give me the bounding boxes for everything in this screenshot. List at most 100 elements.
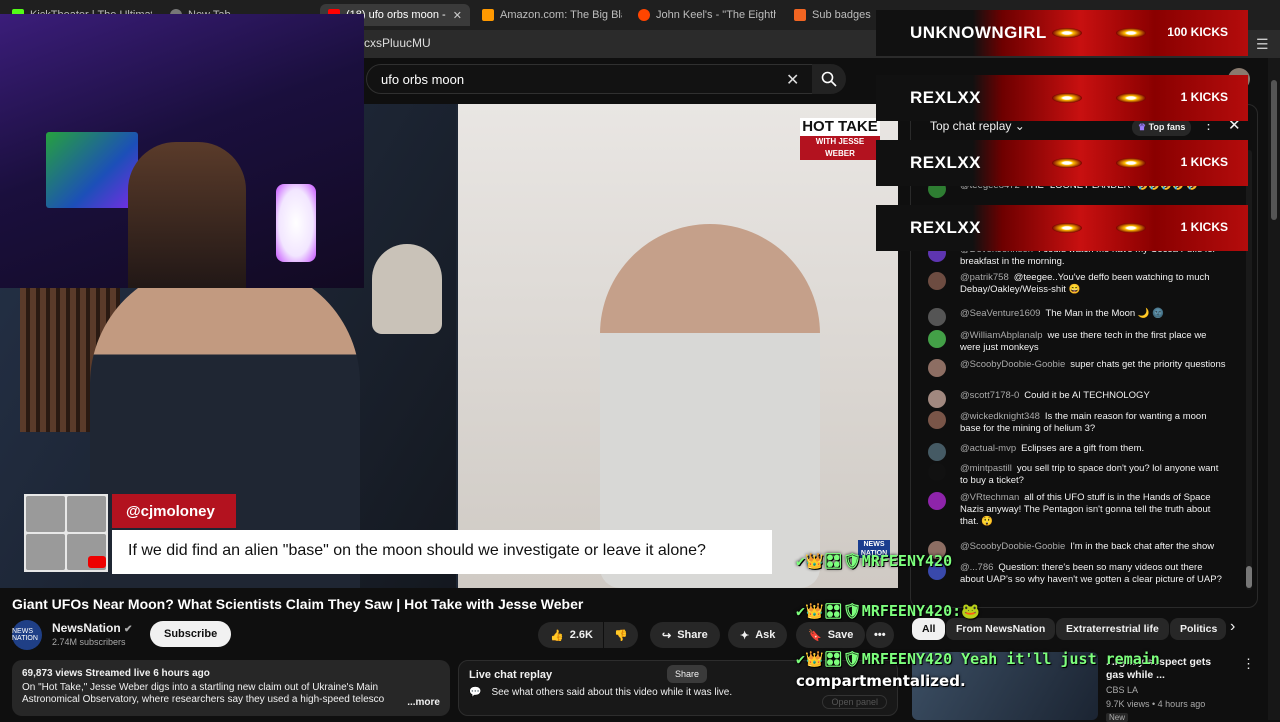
chat-avatar[interactable] [928, 308, 946, 326]
tab-reddit[interactable]: John Keel's - "The Eighth Tow [638, 4, 776, 26]
channel-name[interactable]: NewsNation ✔ [52, 621, 132, 635]
share-button[interactable]: ↪ Share [650, 622, 720, 648]
share-icon: ↪ [662, 629, 672, 642]
chat-author[interactable]: @scott7178-0 [960, 390, 1019, 401]
chat-avatar[interactable] [928, 330, 946, 348]
kick-amount: 1 KICKS [1180, 155, 1228, 169]
chat-scroll-thumb[interactable] [1246, 566, 1252, 588]
chat-text: Could it be AI TECHNOLOGY [1024, 390, 1150, 401]
chat-author[interactable]: @patrik758 [960, 272, 1009, 283]
crown-icon: ♛ [1138, 122, 1147, 132]
chat-author[interactable]: @WilliamAbplanalp [960, 330, 1043, 341]
live-replay-share-button[interactable]: Share [666, 665, 707, 683]
chat-avatar[interactable] [928, 443, 946, 461]
like-count: 2.6K [569, 629, 593, 641]
chat-mode-dropdown[interactable]: Top chat replay ⌄ [930, 119, 1025, 133]
top-fans-badge[interactable]: ♛ Top fans [1132, 119, 1192, 136]
chat-text: I'm in the back chat after the show [1070, 541, 1215, 552]
recommendation-channel[interactable]: CBS LA [1106, 685, 1138, 695]
subscribe-button[interactable]: Subscribe [150, 621, 232, 647]
close-tab-icon[interactable]: ✕ [453, 9, 462, 22]
e-favicon-icon [794, 9, 806, 21]
dislike-button[interactable]: 👎 [604, 622, 638, 648]
chat-message: @scott7178-0 Could it be AI TECHNOLOGY [928, 390, 1228, 408]
tab-label: John Keel's - "The Eighth Tow [656, 9, 776, 21]
kick-alert: UNKNOWNGIRL 100 KICKS [876, 10, 1248, 56]
thumbs-up-icon: 👍 [550, 629, 564, 642]
search-input[interactable]: ufo orbs moon [366, 64, 814, 94]
thumb [26, 534, 65, 570]
reddit-favicon-icon [638, 9, 650, 21]
page-scroll-thumb[interactable] [1271, 80, 1277, 220]
webcam-tv-screen [46, 132, 138, 208]
overlay-chat-line: ✔👑🎛🛡MRFEENY420:🐸 [796, 602, 980, 620]
more-vertical-icon[interactable]: ⋮ [1242, 656, 1255, 672]
chat-message: @wickedknight348 Is the main reason for w… [928, 411, 1228, 435]
top-fans-label: Top fans [1148, 122, 1186, 132]
chat-message: @ScoobyDoobie-Goobie super chats get the … [928, 359, 1228, 377]
chat-avatar[interactable] [928, 411, 946, 429]
description-box[interactable]: 69,873 views Streamed live 6 hours ago O… [12, 660, 450, 716]
chat-avatar[interactable] [928, 492, 946, 510]
chat-avatar[interactable] [928, 359, 946, 377]
chat-author[interactable]: @ScoobyDoobie-Goobie [960, 359, 1065, 370]
live-replay-body: See what others said about this video wh… [491, 687, 733, 698]
glowing-eye-icon [1052, 28, 1082, 38]
chat-mode-label: Top chat replay [930, 119, 1012, 133]
search-button[interactable] [812, 64, 846, 94]
open-panel-button[interactable]: Open panel [822, 695, 887, 709]
chevron-right-icon[interactable]: › [1230, 618, 1235, 636]
save-button[interactable]: 🔖 Save [796, 622, 866, 648]
chip-all[interactable]: All [912, 618, 946, 640]
chat-avatar[interactable] [928, 272, 946, 290]
chat-message-body: @actual-mvp Eclipses are a gift from them… [960, 443, 1228, 455]
overlay-username: MRFEENY420 [861, 552, 953, 570]
kick-amount: 1 KICKS [1180, 220, 1228, 234]
chat-author[interactable]: @wickedknight348 [960, 411, 1040, 422]
channel-name-text[interactable]: NewsNation [52, 621, 121, 635]
chip-extraterrestrial-life[interactable]: Extraterrestrial life [1056, 618, 1169, 640]
like-button[interactable]: 👍 2.6K [538, 622, 603, 648]
sparkle-icon: ✦ [740, 629, 750, 642]
more-actions-button[interactable]: ••• [866, 622, 894, 648]
url-text[interactable]: cxsPluucMU [364, 36, 431, 50]
frog-emote-icon: 🐸 [961, 602, 980, 620]
chat-message-body: @wickedknight348 Is the main reason for w… [960, 411, 1228, 435]
chat-author[interactable]: @ScoobyDoobie-Goobie [960, 541, 1065, 552]
chat-author[interactable]: @actual-mvp [960, 443, 1016, 454]
chat-text: super chats get the priority questions [1070, 359, 1226, 370]
ask-button[interactable]: ✦ Ask [728, 622, 788, 648]
chat-author[interactable]: @VRtechman [960, 492, 1019, 503]
hot-take-subtitle: WITH JESSE WEBER [800, 136, 880, 160]
glowing-eye-icon [1116, 28, 1146, 38]
recommendation-meta: 9.7K views • 4 hours ago [1106, 699, 1206, 709]
amazon-favicon-icon [482, 9, 494, 21]
chevron-down-icon: ⌄ [1014, 119, 1025, 133]
chip-from-newsnation[interactable]: From NewsNation [946, 618, 1056, 640]
chat-message-body: @mintpastill you sell trip to space don't… [960, 463, 1228, 487]
share-label: Share [677, 629, 708, 641]
show-more-link[interactable]: ...more [407, 697, 440, 708]
clear-search-icon[interactable]: ✕ [786, 70, 799, 90]
lower-third-handle: @cjmoloney [112, 494, 236, 528]
badge-icons: ✔👑🎛🛡 [796, 552, 862, 570]
kick-amount: 100 KICKS [1167, 25, 1228, 39]
chat-author[interactable]: @SeaVenture1609 [960, 308, 1040, 319]
menu-icon[interactable]: ☰ [1256, 36, 1269, 53]
tab-sub-badges[interactable]: Sub badges - El [794, 4, 874, 26]
hot-take-title: HOT TAKE [802, 118, 878, 135]
chat-message-body: @VRtechman all of this UFO stuff is in th… [960, 492, 1228, 528]
chat-message-body: @SeaVenture1609 The Man in the Moon 🌙 🌚 [960, 308, 1228, 320]
chat-avatar[interactable] [928, 390, 946, 408]
channel-avatar[interactable]: NEWS NATION [12, 620, 42, 650]
hot-take-logo: HOT TAKE WITH JESSE WEBER [800, 118, 880, 160]
chip-politics[interactable]: Politics [1170, 618, 1226, 640]
kick-alert: REXLXX 1 KICKS [876, 140, 1248, 186]
tab-label: Amazon.com: The Big Blacko [500, 9, 622, 21]
tab-amazon[interactable]: Amazon.com: The Big Blacko [482, 4, 622, 26]
chat-author[interactable]: @mintpastill [960, 463, 1012, 474]
badge-icons: ✔👑🎛🛡 [796, 650, 862, 668]
kick-username: UNKNOWNGIRL [910, 23, 1047, 42]
chat-author[interactable]: @...786 [960, 562, 993, 573]
chat-avatar[interactable] [928, 463, 946, 481]
